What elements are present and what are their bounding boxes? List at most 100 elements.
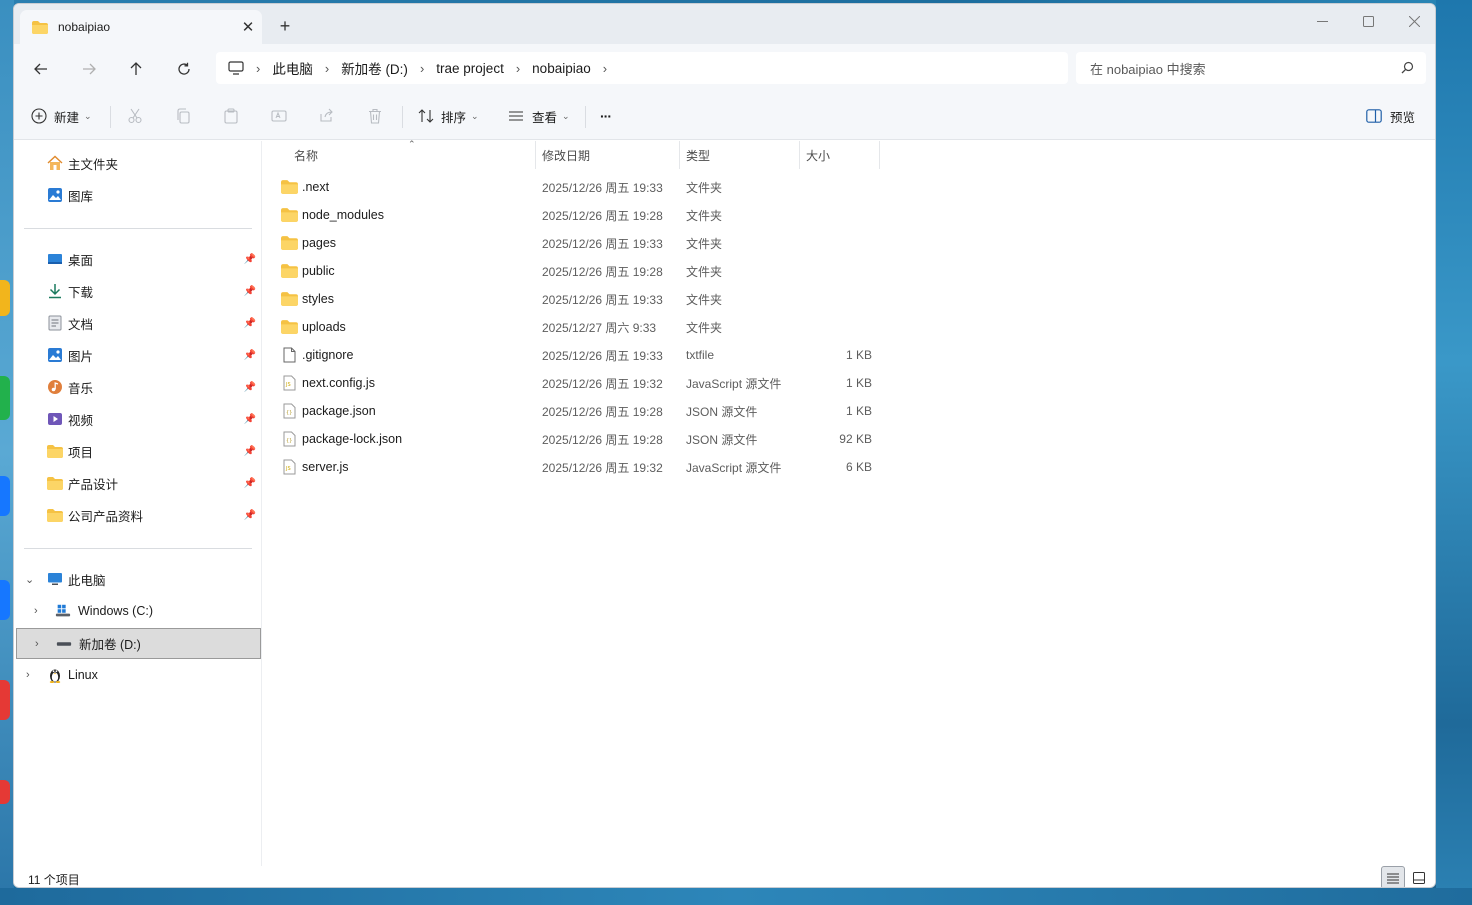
breadcrumb-nobaipiao[interactable]: nobaipiao [532, 61, 591, 76]
title-bar: nobaipiao ✕ + [14, 4, 1435, 44]
file-date: 2025/12/26 周五 19:32 [542, 460, 663, 475]
linux-penguin-icon [47, 667, 63, 683]
sort-button[interactable]: 排序 ⌄ [418, 104, 479, 128]
column-header-date[interactable]: 修改日期 [542, 141, 678, 169]
chevron-right-icon[interactable]: › [26, 669, 30, 681]
chevron-right-icon[interactable]: › [34, 605, 38, 617]
column-divider[interactable] [879, 141, 880, 169]
breadcrumb-drive-d[interactable]: 新加卷 (D:) [341, 58, 408, 78]
file-row[interactable]: .next 2025/12/26 周五 19:33 文件夹 [277, 173, 877, 201]
column-header-size[interactable]: 大小 [806, 141, 878, 169]
chevron-down-icon: ⌄ [471, 110, 479, 121]
view-button[interactable]: 查看 ⌄ [508, 104, 570, 128]
sidebar-item-documents[interactable]: 文档 📌 [14, 309, 262, 337]
desktop-app-icon [0, 580, 10, 620]
sidebar-item-this-pc[interactable]: ⌄ 此电脑 [14, 565, 262, 593]
column-header-type[interactable]: 类型 [686, 141, 798, 169]
file-row[interactable]: {} package-lock.json 2025/12/26 周五 19:28 JS… [277, 425, 877, 453]
javascript-file-icon: JS [281, 459, 298, 475]
new-tab-button[interactable]: + [276, 16, 294, 36]
details-view-button[interactable] [1381, 866, 1405, 887]
rename-button[interactable] [271, 104, 287, 128]
file-name: pages [302, 236, 337, 250]
cut-button[interactable] [127, 104, 143, 128]
column-divider[interactable] [679, 141, 680, 169]
sidebar-item-label: 音乐 [68, 381, 94, 396]
tab-nobaipiao[interactable]: nobaipiao ✕ [20, 10, 262, 44]
sidebar-item-company-materials[interactable]: 公司产品资料 📌 [14, 501, 262, 529]
view-label: 查看 [532, 110, 558, 125]
file-date: 2025/12/26 周五 19:28 [542, 432, 663, 447]
file-name-cell: JS server.js [281, 453, 349, 481]
tiles-view-button[interactable] [1407, 866, 1431, 887]
file-name: public [302, 264, 335, 278]
file-row[interactable]: styles 2025/12/26 周五 19:33 文件夹 [277, 285, 877, 313]
copy-button[interactable] [175, 104, 191, 128]
folder-icon [281, 291, 298, 307]
forward-button[interactable] [76, 56, 102, 82]
toolbar-divider [585, 106, 586, 128]
close-tab-button[interactable]: ✕ [234, 18, 262, 36]
copy-icon [177, 108, 190, 124]
preview-pane-button[interactable]: 预览 [1366, 104, 1415, 128]
sort-icon [418, 109, 434, 123]
sidebar-item-downloads[interactable]: 下载 📌 [14, 277, 262, 305]
javascript-file-icon: JS [281, 375, 298, 391]
new-button[interactable]: 新建 ⌄ [31, 104, 92, 128]
rename-icon [271, 110, 287, 122]
file-explorer-window: nobaipiao ✕ + › 此电脑 › 新加卷 (D:) › trae pr… [13, 3, 1436, 888]
sidebar-item-label: 桌面 [68, 253, 94, 268]
status-bar: 11 个项目 [14, 866, 1435, 887]
chevron-down-icon[interactable]: ⌄ [25, 573, 34, 586]
column-divider[interactable] [535, 141, 536, 169]
sidebar-item-desktop[interactable]: 桌面 📌 [14, 245, 262, 273]
breadcrumb-trae-project[interactable]: trae project [436, 61, 504, 76]
file-row[interactable]: pages 2025/12/26 周五 19:33 文件夹 [277, 229, 877, 257]
share-button[interactable] [319, 104, 335, 128]
sidebar-item-home[interactable]: 主文件夹 [14, 149, 262, 177]
file-date: 2025/12/26 周五 19:28 [542, 264, 663, 279]
maximize-button[interactable] [1345, 8, 1391, 34]
sidebar-item-product-design[interactable]: 产品设计 📌 [14, 469, 262, 497]
breadcrumb-this-pc[interactable]: 此电脑 [272, 58, 313, 78]
file-name-cell: public [281, 257, 335, 285]
delete-button[interactable] [367, 104, 383, 128]
pin-icon: 📌 [243, 477, 256, 489]
chevron-right-icon[interactable]: › [603, 61, 607, 76]
refresh-button[interactable] [171, 56, 197, 82]
file-row[interactable]: public 2025/12/26 周五 19:28 文件夹 [277, 257, 877, 285]
json-file-icon: {} [281, 431, 298, 447]
tiles-view-icon [1413, 871, 1425, 884]
sidebar-item-videos[interactable]: 视频 📌 [14, 405, 262, 433]
sidebar-item-linux[interactable]: › Linux [14, 661, 262, 689]
sidebar-item-drive-d[interactable]: › 新加卷 (D:) [16, 628, 261, 659]
back-button[interactable] [28, 56, 54, 82]
more-options-button[interactable]: ··· [600, 104, 612, 128]
sidebar-item-label: 图片 [68, 349, 94, 364]
file-row[interactable]: {} package.json 2025/12/26 周五 19:28 JSON 源文… [277, 397, 877, 425]
sidebar-item-pictures[interactable]: 图片 📌 [14, 341, 262, 369]
desktop-edge-bottom [0, 888, 1472, 905]
column-divider[interactable] [799, 141, 800, 169]
file-size: 1 KB [845, 376, 872, 390]
column-header-name[interactable]: 名称 [294, 141, 534, 169]
minimize-button[interactable] [1299, 8, 1345, 34]
sidebar-item-drive-c[interactable]: › Windows (C:) [14, 597, 262, 625]
file-row[interactable]: JS server.js 2025/12/26 周五 19:32 JavaScript… [277, 453, 877, 481]
up-button[interactable] [123, 56, 149, 82]
file-row[interactable]: node_modules 2025/12/26 周五 19:28 文件夹 [277, 201, 877, 229]
address-bar[interactable]: › 此电脑 › 新加卷 (D:) › trae project › nobaip… [216, 52, 1068, 84]
paste-button[interactable] [223, 104, 239, 128]
chevron-right-icon[interactable]: › [35, 638, 39, 650]
file-row[interactable]: JS next.config.js 2025/12/26 周五 19:32 JavaS… [277, 369, 877, 397]
sidebar-item-gallery[interactable]: 图库 [14, 181, 262, 209]
search-input[interactable]: 在 nobaipiao 中搜索 [1076, 52, 1426, 84]
file-row[interactable]: uploads 2025/12/27 周六 9:33 文件夹 [277, 313, 877, 341]
sidebar-item-music[interactable]: 音乐 📌 [14, 373, 262, 401]
file-name-cell: styles [281, 285, 334, 313]
sidebar-item-label: Linux [68, 668, 98, 682]
pin-icon: 📌 [243, 381, 256, 393]
file-row[interactable]: .gitignore 2025/12/26 周五 19:33 txtfile 1 KB [277, 341, 877, 369]
sidebar-item-projects[interactable]: 项目 📌 [14, 437, 262, 465]
close-window-button[interactable] [1391, 8, 1435, 34]
